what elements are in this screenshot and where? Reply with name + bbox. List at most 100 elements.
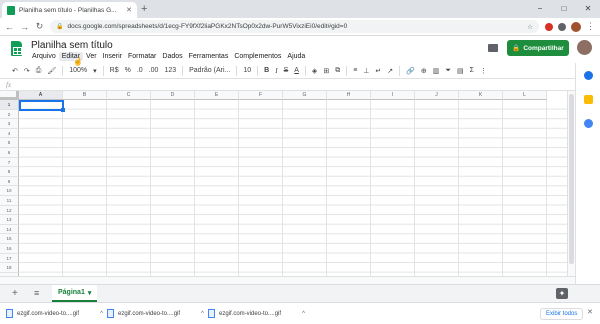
increase-decimal-button[interactable]: .00 xyxy=(146,67,162,74)
row-header[interactable]: 13 xyxy=(0,215,19,225)
all-sheets-button[interactable]: ≡ xyxy=(34,288,39,299)
menu-formatar[interactable]: Formatar xyxy=(125,52,159,61)
row-header[interactable]: 10 xyxy=(0,186,19,196)
column-header[interactable]: L xyxy=(503,91,547,100)
row-header[interactable]: 8 xyxy=(0,167,19,177)
align-horizontal-icon[interactable]: ≡ xyxy=(350,67,360,74)
column-header[interactable]: J xyxy=(415,91,459,100)
paint-format-icon[interactable]: 🖌 xyxy=(44,67,59,75)
add-sheet-button[interactable]: + xyxy=(12,288,18,299)
horizontal-scrollbar[interactable] xyxy=(0,276,575,284)
chevron-down-icon[interactable]: ▾ xyxy=(90,67,100,75)
strikethrough-button[interactable]: S xyxy=(281,67,292,74)
percent-button[interactable]: % xyxy=(122,67,134,74)
reload-icon[interactable]: ↻ xyxy=(35,21,44,32)
row-header[interactable]: 14 xyxy=(0,224,19,235)
row-header[interactable]: 17 xyxy=(0,253,19,264)
share-button[interactable]: 🔒 Compartilhar xyxy=(507,40,569,56)
undo-icon[interactable]: ↶ xyxy=(9,67,21,75)
row-header[interactable]: 6 xyxy=(0,147,19,158)
menu-arquivo[interactable]: Arquivo xyxy=(29,52,59,61)
font-select[interactable]: Padrão (Ari... xyxy=(186,67,233,74)
row-header[interactable]: 16 xyxy=(0,243,19,254)
selected-cell[interactable] xyxy=(19,100,65,112)
close-window-button[interactable]: ✕ xyxy=(576,0,600,18)
row-header[interactable]: 3 xyxy=(0,119,19,129)
extension-icon[interactable] xyxy=(545,22,553,31)
comments-icon[interactable] xyxy=(488,44,498,52)
row-header[interactable]: 9 xyxy=(0,176,19,187)
extension-icon[interactable] xyxy=(558,22,566,31)
menu-dados[interactable]: Dados xyxy=(159,52,185,61)
column-header[interactable]: K xyxy=(459,91,503,100)
borders-icon[interactable]: ⊞ xyxy=(320,67,332,75)
profile-avatar[interactable] xyxy=(571,21,581,32)
row-header[interactable]: 4 xyxy=(0,128,19,139)
chevron-up-icon[interactable]: ^ xyxy=(201,311,204,317)
keep-icon[interactable] xyxy=(584,95,593,104)
row-header[interactable]: 12 xyxy=(0,205,19,216)
row-header[interactable]: 1 xyxy=(0,100,19,110)
tasks-icon[interactable] xyxy=(584,119,593,128)
column-header[interactable]: G xyxy=(283,91,327,100)
browser-menu-icon[interactable]: ⋮ xyxy=(586,21,595,32)
column-header[interactable]: F xyxy=(239,91,283,100)
print-icon[interactable]: ⎙ xyxy=(33,67,45,75)
insert-link-icon[interactable]: 🔗 xyxy=(403,67,418,75)
spreadsheet-grid[interactable]: ABCDEFGHIJKL 1 2 3 4 5 6 7 8 9 10 11 12 13 14 15 16 17 18… xyxy=(0,91,567,276)
more-toolbar-icon[interactable]: ⋮ xyxy=(477,67,490,75)
font-size-select[interactable]: 10 xyxy=(240,67,254,74)
column-header[interactable]: H xyxy=(327,91,371,100)
column-header[interactable]: E xyxy=(195,91,239,100)
menu-ajuda[interactable]: Ajuda xyxy=(284,52,308,61)
maximize-button[interactable]: □ xyxy=(552,0,576,18)
browser-tab[interactable]: Planilha sem título - Planilhas G... ✕ xyxy=(2,2,137,18)
bold-button[interactable]: B xyxy=(261,67,272,74)
tab-close-icon[interactable]: ✕ xyxy=(126,6,132,14)
column-header[interactable]: B xyxy=(63,91,107,100)
menu-ferramentas[interactable]: Ferramentas xyxy=(186,52,232,61)
currency-button[interactable]: R$ xyxy=(107,67,122,74)
show-all-button[interactable]: Exibir todos xyxy=(540,308,584,320)
calendar-icon[interactable] xyxy=(584,71,593,80)
bookmark-star-icon[interactable]: ☆ xyxy=(527,23,533,31)
chevron-down-icon[interactable]: ▾ xyxy=(88,289,92,297)
account-avatar[interactable] xyxy=(577,40,592,55)
sheets-logo-icon[interactable] xyxy=(11,41,22,56)
column-header[interactable]: I xyxy=(371,91,415,100)
menu-ver[interactable]: Ver xyxy=(83,52,100,61)
filter-icon[interactable]: ⏷ xyxy=(442,67,454,75)
forward-icon[interactable]: → xyxy=(20,22,29,32)
close-downloads-icon[interactable]: ✕ xyxy=(587,308,593,316)
row-header[interactable]: 15 xyxy=(0,234,19,244)
fill-color-icon[interactable]: ◈ xyxy=(309,67,320,75)
row-header[interactable]: 7 xyxy=(0,157,19,168)
menu-inserir[interactable]: Inserir xyxy=(100,52,125,61)
row-header[interactable]: 11 xyxy=(0,195,19,206)
sheet-tab[interactable]: Página1 ▾ xyxy=(52,285,98,302)
number-format-select[interactable]: 123 xyxy=(161,67,179,74)
minimize-button[interactable]: − xyxy=(528,0,552,18)
chevron-up-icon[interactable]: ^ xyxy=(100,311,103,317)
download-item[interactable]: ezgif.com-video-to....gif ^ xyxy=(208,309,309,318)
menu-complementos[interactable]: Complementos xyxy=(231,52,284,61)
insert-chart-icon[interactable]: ▥ xyxy=(430,67,443,75)
text-wrap-icon[interactable]: ↵ xyxy=(372,67,384,75)
back-icon[interactable]: ← xyxy=(5,22,14,32)
document-title[interactable]: Planilha sem título xyxy=(31,40,113,51)
decrease-decimal-button[interactable]: .0 xyxy=(134,67,146,74)
explore-button[interactable]: ✦ xyxy=(556,288,568,299)
new-tab-button[interactable]: + xyxy=(141,2,147,16)
row-header[interactable]: 5 xyxy=(0,138,19,148)
download-item[interactable]: ezgif.com-video-to....gif ^ xyxy=(6,309,107,318)
italic-button[interactable]: I xyxy=(272,67,280,75)
merge-cells-icon[interactable]: ⧉ xyxy=(332,67,343,75)
scroll-thumb[interactable] xyxy=(569,94,574,264)
align-vertical-icon[interactable]: ⊥ xyxy=(360,67,372,75)
zoom-select[interactable]: 100% xyxy=(66,67,90,74)
formula-bar[interactable]: fx xyxy=(0,80,575,91)
redo-icon[interactable]: ↷ xyxy=(21,67,33,75)
column-header[interactable]: D xyxy=(151,91,195,100)
row-header[interactable]: 2 xyxy=(0,109,19,120)
download-item[interactable]: ezgif.com-video-to....gif ^ xyxy=(107,309,208,318)
